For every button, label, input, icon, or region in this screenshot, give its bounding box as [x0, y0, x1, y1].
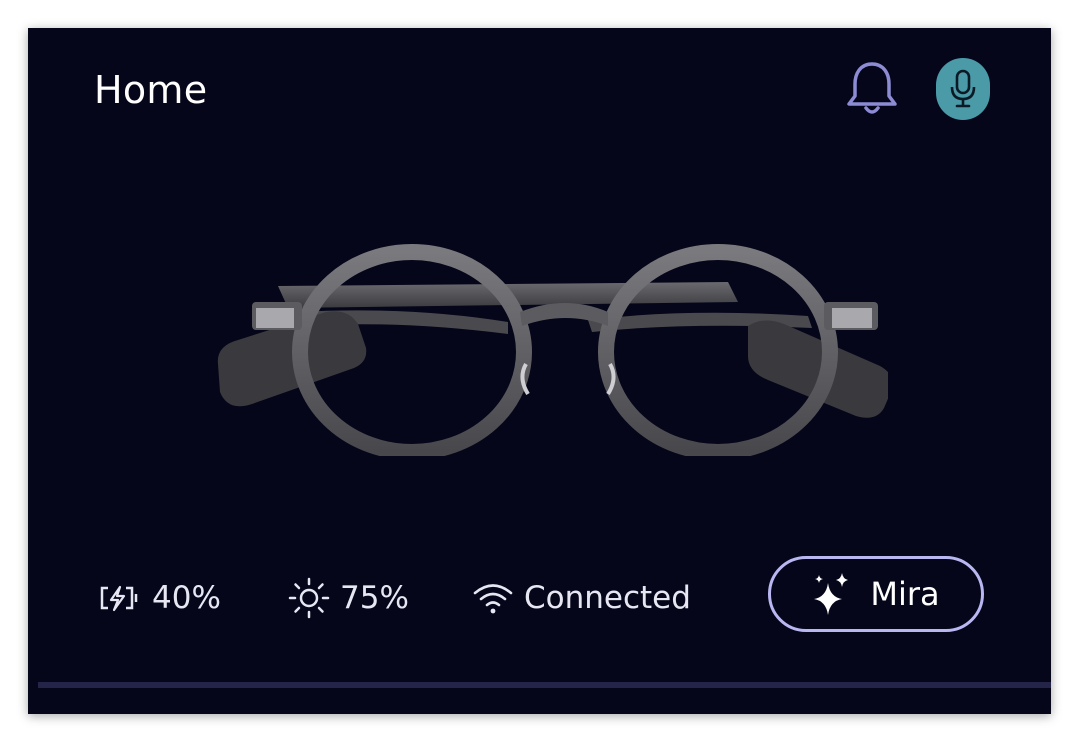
home-screen: Home 40% 75% Connected Mira: [28, 28, 1051, 714]
battery-charging-icon: [100, 585, 138, 612]
notifications-button[interactable]: [842, 58, 902, 120]
sparkles-icon: [814, 573, 849, 615]
battery-level: 40%: [152, 580, 221, 616]
bell-icon: [847, 62, 897, 114]
microphone-icon: [950, 69, 976, 108]
battery-status: 40%: [98, 576, 221, 620]
brightness-level: 75%: [340, 580, 409, 616]
glasses-image: [217, 244, 888, 456]
mira-button[interactable]: Mira: [768, 556, 984, 632]
voice-button[interactable]: [936, 58, 990, 120]
page-title: Home: [94, 68, 208, 112]
connection-label: Connected: [524, 580, 691, 616]
connection-status: Connected: [472, 576, 691, 620]
sun-icon: [288, 577, 330, 619]
bottom-divider: [38, 682, 1051, 688]
wifi-icon: [473, 584, 513, 614]
mira-label: Mira: [870, 575, 940, 613]
brightness-status: 75%: [288, 576, 409, 620]
